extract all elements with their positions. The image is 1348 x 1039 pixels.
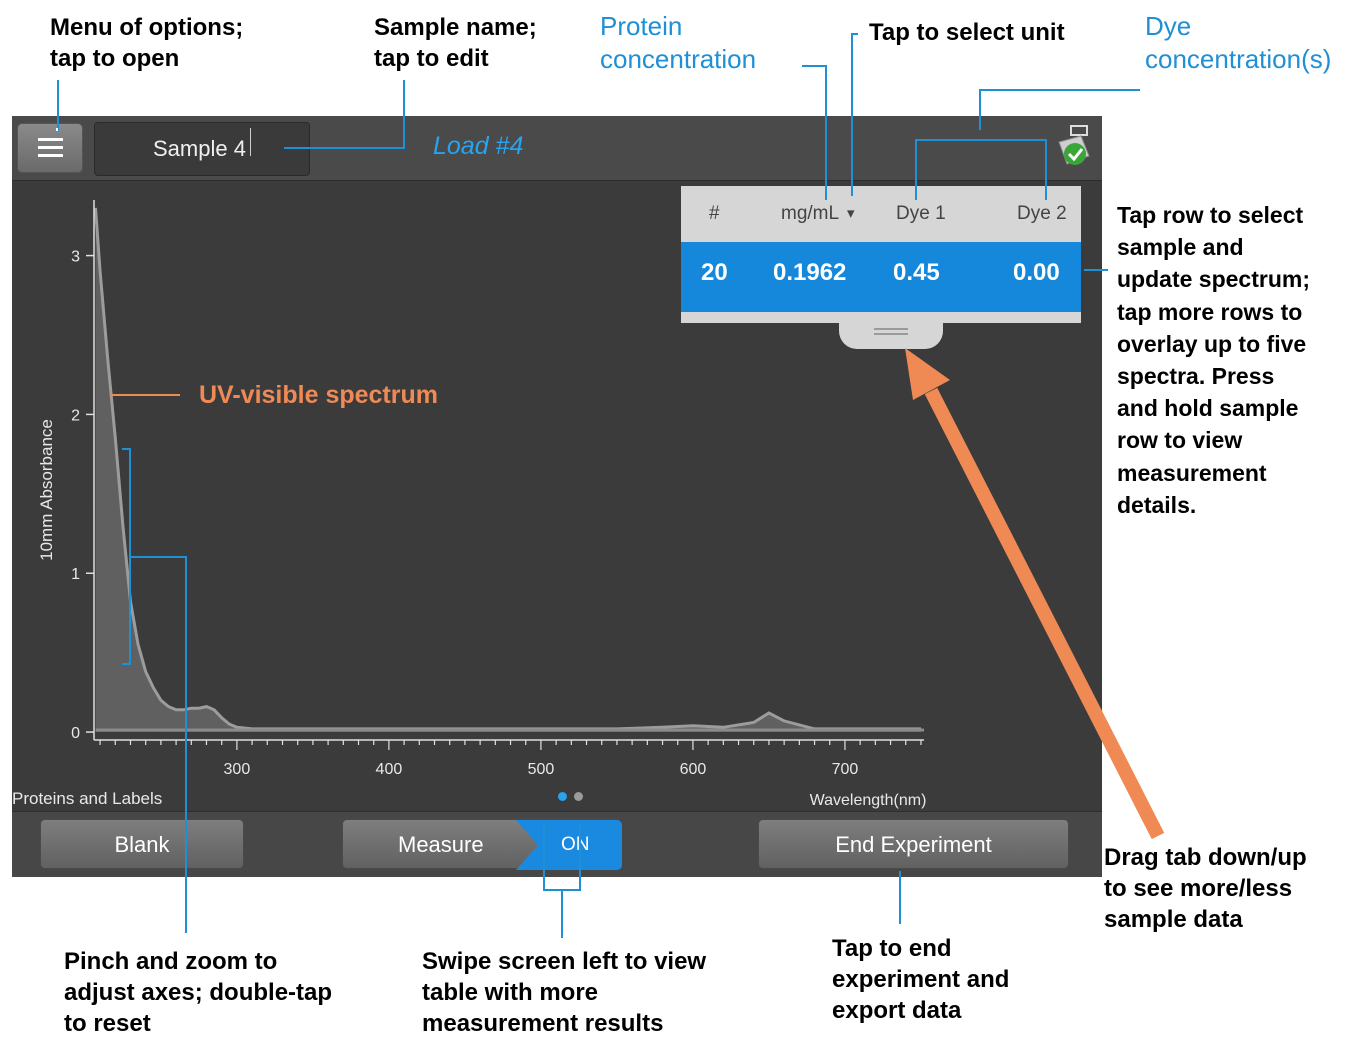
swipe-bracket <box>543 824 581 938</box>
spectrum-label: UV-visible spectrum <box>199 381 438 409</box>
zoom-bracket <box>122 448 187 933</box>
leader-line-sample-name <box>284 80 405 149</box>
annotation-overlay: UV-visible spectrum <box>56 33 1165 938</box>
leader-line-dye <box>915 89 1140 200</box>
arrow-head-icon <box>905 348 950 400</box>
drag-tab-arrow <box>924 387 1165 840</box>
leader-line-unit <box>851 33 858 196</box>
leader-line-protein <box>802 65 827 200</box>
